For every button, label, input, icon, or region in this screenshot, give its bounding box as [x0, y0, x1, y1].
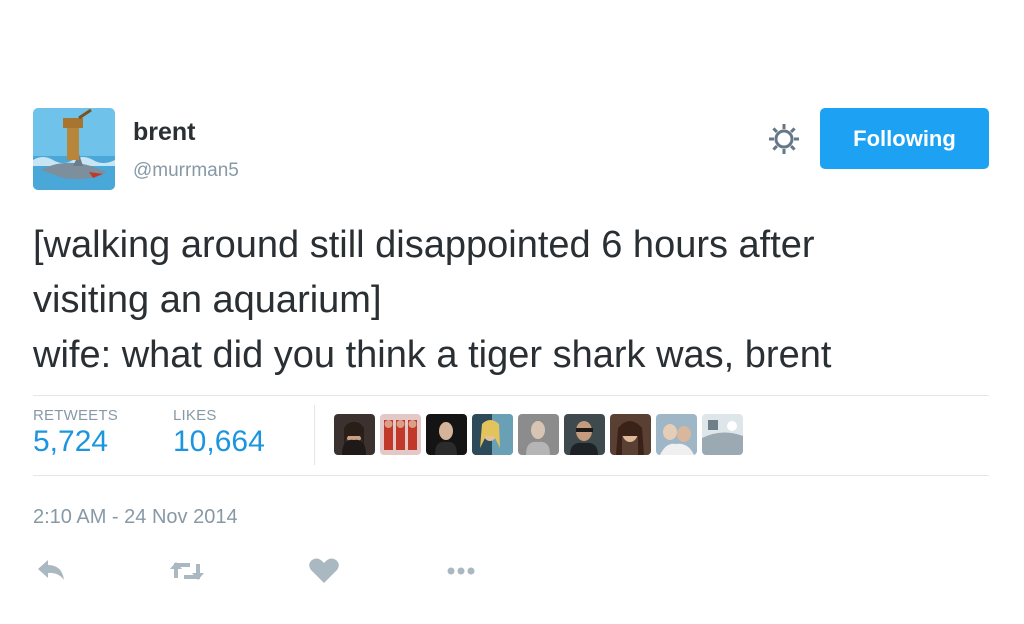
likes-count[interactable]: 10,664: [173, 425, 265, 459]
display-name[interactable]: brent: [133, 118, 196, 147]
liker-avatar[interactable]: [472, 414, 513, 455]
liker-avatar[interactable]: [426, 414, 467, 455]
tweet-timestamp[interactable]: 2:10 AM - 24 Nov 2014: [33, 506, 238, 529]
tweet-card: brent @murrman5 Following [walking aroun…: [0, 0, 1024, 624]
retweets-count[interactable]: 5,724: [33, 425, 108, 459]
liker-avatar[interactable]: [380, 414, 421, 455]
retweet-icon[interactable]: [170, 556, 204, 586]
liker-avatar[interactable]: [656, 414, 697, 455]
reply-icon[interactable]: [34, 556, 68, 586]
more-icon[interactable]: [444, 556, 478, 586]
like-icon[interactable]: [307, 556, 341, 586]
gear-icon[interactable]: [767, 122, 801, 156]
liker-avatar[interactable]: [702, 414, 743, 455]
tweet-text-line: [walking around still disappointed 6 hou…: [33, 224, 815, 266]
retweets-label: RETWEETS: [33, 407, 118, 424]
user-handle[interactable]: @murrman5: [133, 160, 239, 182]
following-button[interactable]: Following: [820, 108, 989, 169]
liker-avatars: [334, 414, 743, 456]
liker-avatar[interactable]: [518, 414, 559, 455]
avatar[interactable]: [33, 108, 115, 190]
liker-avatar[interactable]: [564, 414, 605, 455]
likes-label: LIKES: [173, 407, 217, 424]
tweet-text: [walking around still disappointed 6 hou…: [33, 218, 1008, 383]
divider: [33, 475, 989, 476]
tweet-text-line: wife: what did you think a tiger shark w…: [33, 334, 832, 376]
stats-separator: [314, 405, 315, 465]
liker-avatar[interactable]: [334, 414, 375, 455]
divider: [33, 395, 989, 396]
liker-avatar[interactable]: [610, 414, 651, 455]
tweet-text-line: visiting an aquarium]: [33, 279, 382, 321]
